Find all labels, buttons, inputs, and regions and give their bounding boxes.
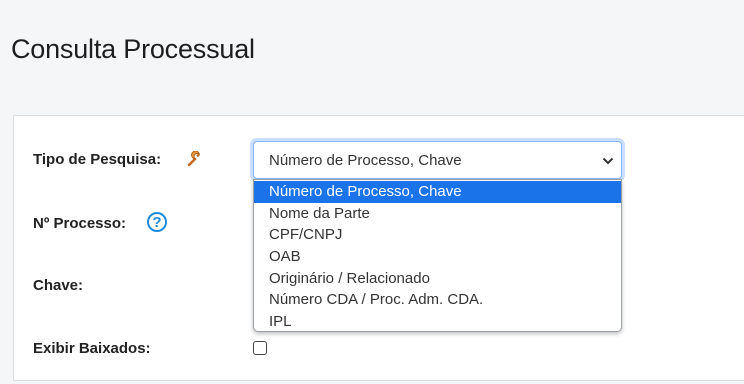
- tipo-pesquisa-select[interactable]: Número de Processo, Chave: [253, 141, 622, 179]
- wrench-icon[interactable]: [186, 150, 203, 168]
- option-oab[interactable]: OAB: [254, 246, 621, 268]
- tipo-pesquisa-dropdown: Número de Processo, Chave Nome da Parte …: [253, 179, 622, 332]
- select-current-value: Número de Processo, Chave: [269, 152, 462, 169]
- option-numero-processo[interactable]: Número de Processo, Chave: [254, 181, 621, 203]
- page-title: Consulta Processual: [11, 34, 255, 65]
- option-originario[interactable]: Originário / Relacionado: [254, 268, 621, 290]
- help-icon[interactable]: ?: [147, 212, 167, 232]
- exibir-baixados-checkbox[interactable]: [253, 341, 267, 355]
- option-ipl[interactable]: IPL: [254, 311, 621, 331]
- tipo-pesquisa-label: Tipo de Pesquisa:: [33, 151, 162, 168]
- option-nome-parte[interactable]: Nome da Parte: [254, 203, 621, 225]
- chevron-down-icon: [602, 154, 614, 166]
- chave-label: Chave:: [33, 277, 84, 294]
- option-cpf-cnpj[interactable]: CPF/CNPJ: [254, 224, 621, 246]
- exibir-baixados-label: Exibir Baixados:: [33, 340, 151, 357]
- processo-label: Nº Processo:: [33, 215, 127, 232]
- option-numero-cda[interactable]: Número CDA / Proc. Adm. CDA.: [254, 289, 621, 311]
